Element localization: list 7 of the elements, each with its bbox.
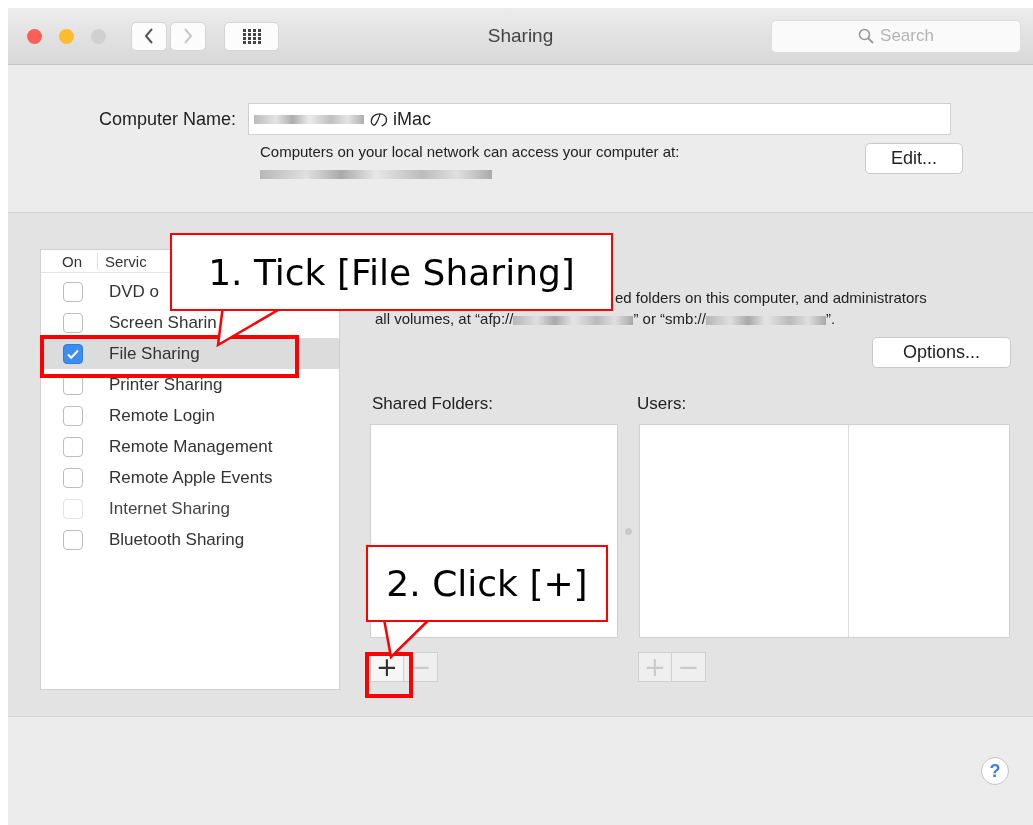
column-header: On (41, 252, 98, 270)
field-label: Computer Name: (97, 108, 237, 130)
note-text: Computers on your local network can access your computer at: (260, 143, 681, 160)
window-title: Sharing (487, 25, 554, 47)
column-header: Servic (104, 252, 147, 270)
section-label: Users: (637, 394, 687, 414)
section-label: Shared Folders: (372, 394, 494, 414)
